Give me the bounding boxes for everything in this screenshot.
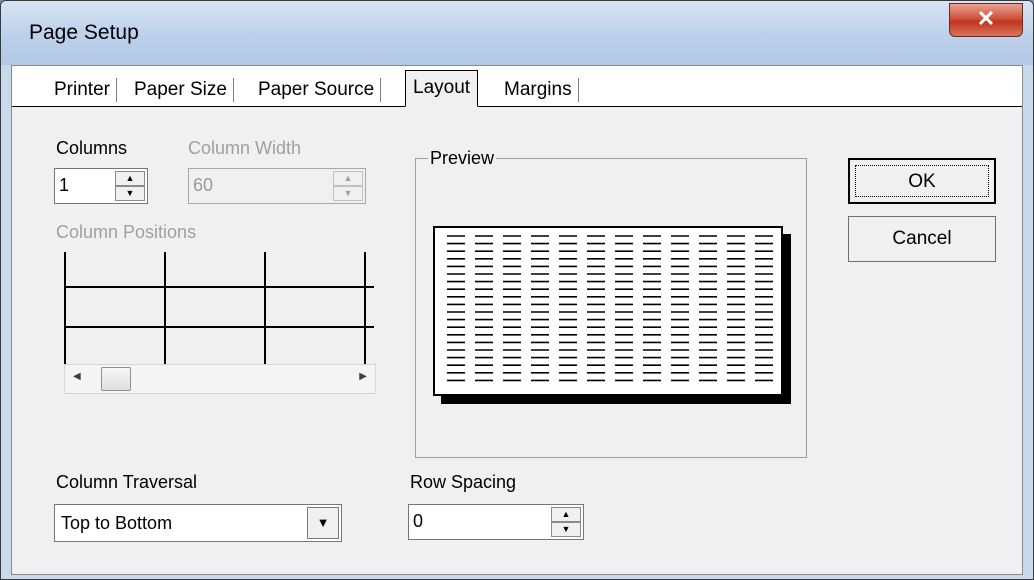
scroll-thumb[interactable] (101, 367, 131, 391)
close-button[interactable]: ✕ (949, 3, 1023, 37)
window-title: Page Setup (29, 21, 139, 44)
scroll-right-icon[interactable]: ▶ (359, 371, 367, 382)
arrow-down-icon: ▼ (333, 186, 363, 201)
preview-label: Preview (428, 148, 497, 169)
chevron-down-icon[interactable]: ▼ (307, 507, 339, 539)
preview-text-lines (447, 235, 773, 382)
tab-paper-size[interactable]: Paper Size (128, 78, 234, 102)
arrow-down-icon[interactable]: ▼ (551, 522, 581, 537)
tab-paper-source[interactable]: Paper Source (252, 78, 382, 102)
columns-value: 1 (59, 175, 70, 195)
row-spacing-label: Row Spacing (410, 472, 517, 492)
page-setup-window: Page Setup ✕ Printer Paper Size Paper So… (0, 0, 1034, 580)
column-width-value: 60 (193, 175, 214, 195)
preview-page (433, 226, 783, 396)
ok-button[interactable]: OK (848, 158, 996, 204)
arrow-up-icon: ▲ (333, 171, 363, 186)
row-spacing-value: 0 (413, 511, 424, 531)
tab-printer[interactable]: Printer (48, 78, 117, 102)
column-traversal-select[interactable]: Top to Bottom ▼ (54, 504, 342, 542)
column-positions-grid (64, 252, 374, 364)
tab-bar: Printer Paper Size Paper Source Layout M… (12, 66, 1022, 107)
tab-margins[interactable]: Margins (498, 78, 579, 102)
column-positions-scrollbar[interactable]: ◀ ▶ (64, 364, 376, 394)
column-width-label: Column Width (188, 138, 302, 158)
column-traversal-label: Column Traversal (56, 472, 198, 492)
columns-spinner[interactable]: 1 ▲ ▼ (54, 168, 148, 204)
close-icon: ✕ (976, 6, 996, 31)
dialog-client-area: Printer Paper Size Paper Source Layout M… (11, 65, 1023, 575)
title-bar[interactable]: Page Setup ✕ (1, 1, 1033, 65)
column-width-spinner: 60 ▲ ▼ (188, 168, 366, 204)
tab-layout[interactable]: Layout (405, 70, 479, 107)
row-spacing-spinner[interactable]: 0 ▲ ▼ (408, 504, 584, 540)
column-positions-label: Column Positions (56, 222, 197, 242)
column-traversal-value: Top to Bottom (61, 513, 173, 533)
scroll-left-icon[interactable]: ◀ (73, 371, 81, 382)
arrow-up-icon[interactable]: ▲ (115, 171, 145, 186)
columns-label: Columns (56, 138, 128, 158)
arrow-down-icon[interactable]: ▼ (115, 186, 145, 201)
cancel-button[interactable]: Cancel (848, 216, 996, 262)
arrow-up-icon[interactable]: ▲ (551, 507, 581, 522)
